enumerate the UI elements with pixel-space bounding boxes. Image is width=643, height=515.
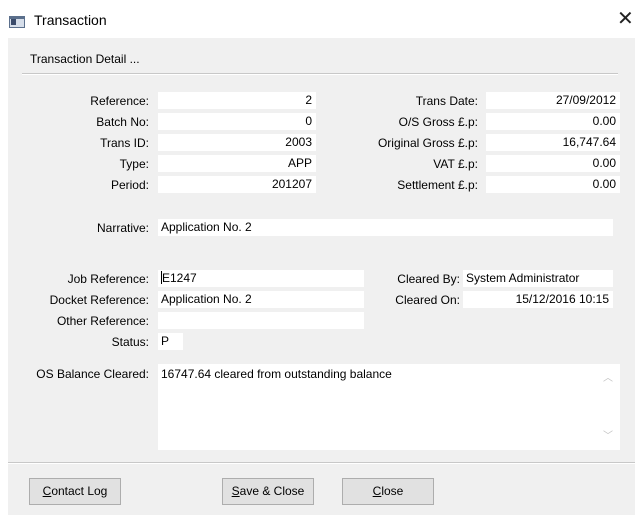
narrative-label: Narrative:	[96, 221, 149, 235]
os-gross-field[interactable]: 0.00	[486, 113, 620, 130]
period-label: Period:	[110, 178, 149, 192]
other-reference-label: Other Reference:	[56, 314, 149, 328]
title-bar: Transaction ✕	[0, 0, 643, 38]
settlement-field[interactable]: 0.00	[486, 176, 620, 193]
trans-id-label: Trans ID:	[100, 136, 149, 150]
scroll-down-arrow-icon[interactable]: ﹀	[602, 432, 614, 442]
close-icon[interactable]: ✕	[617, 8, 634, 28]
reference-field[interactable]: 2	[158, 92, 316, 109]
window-title: Transaction	[34, 12, 107, 28]
original-gross-label: Original Gross £.p:	[377, 136, 478, 150]
reference-label: Reference:	[90, 94, 149, 108]
job-reference-value: E1247	[162, 271, 197, 285]
divider	[8, 462, 635, 464]
save-close-button[interactable]: Save & Close	[222, 478, 314, 505]
scroll-up-arrow-icon[interactable]: ︿	[602, 374, 614, 384]
app-window-icon	[9, 16, 25, 28]
cleared-on-label: Cleared On:	[395, 293, 460, 307]
status-field[interactable]: P	[158, 333, 183, 350]
trans-id-field[interactable]: 2003	[158, 134, 316, 151]
os-gross-label: O/S Gross £.p:	[398, 115, 478, 129]
trans-date-label: Trans Date:	[415, 94, 478, 108]
dialog-body: Transaction Detail ... Reference: 2 Batc…	[8, 38, 635, 515]
narrative-field[interactable]: Application No. 2	[158, 219, 613, 236]
period-field[interactable]: 201207	[158, 176, 316, 193]
contact-log-button[interactable]: Contact Log	[29, 478, 121, 505]
job-reference-label: Job Reference:	[67, 272, 149, 286]
cleared-on-field[interactable]: 15/12/2016 10:15	[463, 291, 613, 308]
docket-reference-label: Docket Reference:	[49, 293, 149, 307]
os-balance-text: 16747.64 cleared from outstanding balanc…	[161, 367, 392, 381]
batch-no-field[interactable]: 0	[158, 113, 316, 130]
docket-reference-field[interactable]: Application No. 2	[158, 291, 364, 308]
job-reference-field[interactable]: E1247	[158, 270, 364, 287]
divider	[22, 73, 618, 75]
section-title: Transaction Detail ...	[30, 52, 140, 66]
os-balance-label: OS Balance Cleared:	[36, 367, 149, 381]
original-gross-field[interactable]: 16,747.64	[486, 134, 620, 151]
cleared-by-field[interactable]: System Administrator	[463, 270, 613, 287]
vat-field[interactable]: 0.00	[486, 155, 620, 172]
cleared-by-label: Cleared By:	[397, 272, 460, 286]
status-label: Status:	[111, 335, 149, 349]
os-balance-memo[interactable]: 16747.64 cleared from outstanding balanc…	[158, 364, 620, 450]
vat-label: VAT £.p:	[433, 157, 478, 171]
other-reference-field[interactable]	[158, 312, 364, 329]
type-field[interactable]: APP	[158, 155, 316, 172]
trans-date-field[interactable]: 27/09/2012	[486, 92, 620, 109]
close-button[interactable]: Close	[342, 478, 434, 505]
settlement-label: Settlement £.p:	[397, 178, 478, 192]
type-label: Type:	[119, 157, 149, 171]
batch-no-label: Batch No:	[96, 115, 149, 129]
